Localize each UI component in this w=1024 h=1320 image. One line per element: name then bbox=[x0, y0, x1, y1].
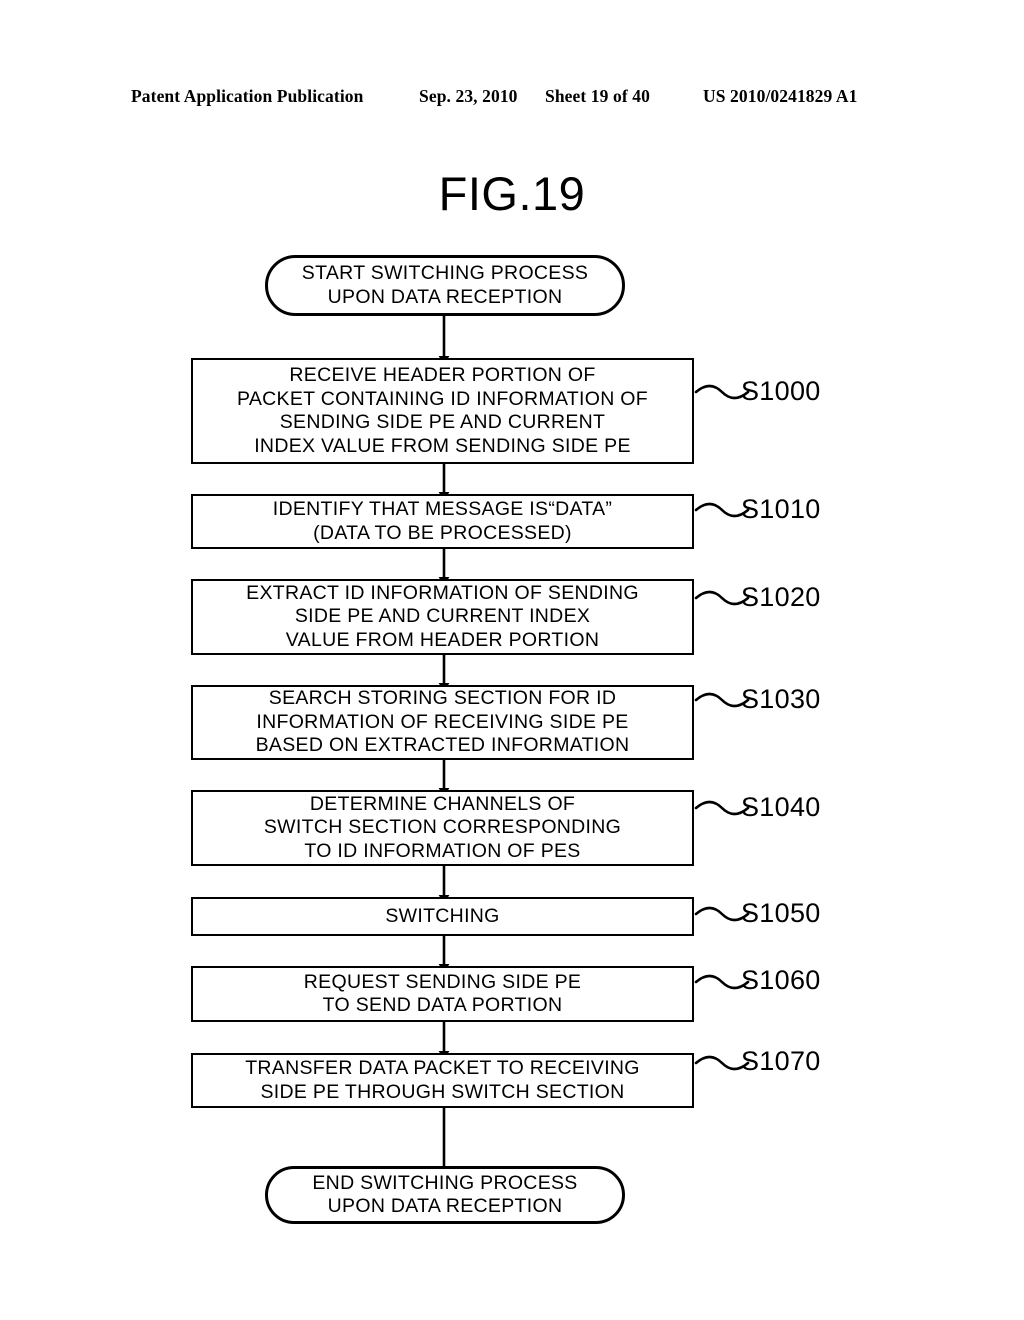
step-s1070-line-1: TRANSFER DATA PACKET TO RECEIVING bbox=[245, 1057, 640, 1079]
step-s1000-line-4: INDEX VALUE FROM SENDING SIDE PE bbox=[254, 434, 631, 457]
step-label-s1010: S1010 bbox=[741, 494, 821, 524]
step-s1060-line-2: TO SEND DATA PORTION bbox=[322, 994, 563, 1016]
step-s1010-line-1: IDENTIFY THAT MESSAGE IS“DATA” bbox=[272, 498, 613, 520]
step-label-s1020: S1020 bbox=[741, 582, 821, 612]
flowchart-step-s1010: IDENTIFY THAT MESSAGE IS“DATA” (DATA TO … bbox=[191, 494, 694, 549]
flowchart-start-terminator: START SWITCHING PROCESS UPON DATA RECEPT… bbox=[265, 255, 625, 316]
step-label-s1030: S1030 bbox=[741, 684, 821, 714]
end-line-2: UPON DATA RECEPTION bbox=[327, 1195, 563, 1217]
step-s1020-line-1: EXTRACT ID INFORMATION OF SENDING bbox=[246, 581, 639, 604]
flowchart-step-s1060: REQUEST SENDING SIDE PE TO SEND DATA POR… bbox=[191, 966, 694, 1022]
flowchart-step-s1030: SEARCH STORING SECTION FOR ID INFORMATIO… bbox=[191, 685, 694, 760]
step-s1040-line-3: TO ID INFORMATION OF PES bbox=[304, 839, 581, 862]
step-s1040-line-1: DETERMINE CHANNELS OF bbox=[309, 792, 576, 815]
step-s1030-line-2: INFORMATION OF RECEIVING SIDE PE bbox=[256, 710, 629, 733]
step-s1000-line-3: SENDING SIDE PE AND CURRENT bbox=[279, 411, 606, 433]
step-label-s1050: S1050 bbox=[741, 898, 821, 928]
step-label-s1070: S1070 bbox=[741, 1046, 821, 1076]
step-s1060-line-1: REQUEST SENDING SIDE PE bbox=[303, 970, 582, 993]
start-line-1: START SWITCHING PROCESS bbox=[301, 262, 589, 284]
flowchart-step-s1070: TRANSFER DATA PACKET TO RECEIVING SIDE P… bbox=[191, 1053, 694, 1108]
step-s1050-line-1: SWITCHING bbox=[385, 904, 500, 927]
step-s1030-line-3: BASED ON EXTRACTED INFORMATION bbox=[255, 734, 630, 757]
flowchart-connectors bbox=[438, 316, 750, 1175]
step-s1000-line-2: PACKET CONTAINING ID INFORMATION OF bbox=[237, 387, 648, 410]
step-s1020-line-2: SIDE PE AND CURRENT INDEX bbox=[294, 605, 591, 628]
step-label-s1000: S1000 bbox=[741, 376, 821, 406]
step-s1040-line-2: SWITCH SECTION CORRESPONDING bbox=[263, 816, 622, 839]
flowchart-step-s1050: SWITCHING bbox=[191, 897, 694, 936]
flowchart-step-s1020: EXTRACT ID INFORMATION OF SENDING SIDE P… bbox=[191, 579, 694, 655]
step-label-s1040: S1040 bbox=[741, 792, 821, 822]
flowchart-step-s1000: RECEIVE HEADER PORTION OF PACKET CONTAIN… bbox=[191, 358, 694, 464]
start-line-2: UPON DATA RECEPTION bbox=[327, 285, 563, 308]
end-line-1: END SWITCHING PROCESS bbox=[312, 1171, 578, 1194]
flowchart-end-terminator: END SWITCHING PROCESS UPON DATA RECEPTIO… bbox=[265, 1166, 625, 1224]
step-s1030-line-1: SEARCH STORING SECTION FOR ID bbox=[268, 687, 617, 710]
flowchart-step-s1040: DETERMINE CHANNELS OF SWITCH SECTION COR… bbox=[191, 790, 694, 866]
step-label-s1060: S1060 bbox=[741, 965, 821, 995]
step-s1020-line-3: VALUE FROM HEADER PORTION bbox=[285, 628, 600, 651]
step-s1010-line-2: (DATA TO BE PROCESSED) bbox=[313, 521, 572, 544]
step-s1070-line-2: SIDE PE THROUGH SWITCH SECTION bbox=[260, 1080, 625, 1103]
step-s1000-line-1: RECEIVE HEADER PORTION OF bbox=[289, 364, 596, 386]
flowchart-diagram: START SWITCHING PROCESS UPON DATA RECEPT… bbox=[0, 0, 1024, 1320]
